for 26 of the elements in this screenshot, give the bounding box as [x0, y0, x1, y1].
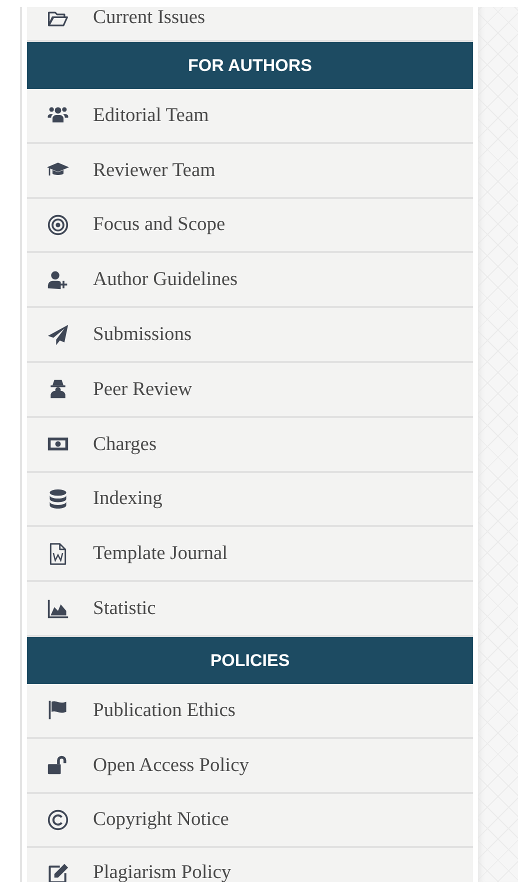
sidebar-link[interactable]: Charges [27, 418, 473, 473]
section-heading: POLICIES [27, 636, 473, 684]
sidebar-link[interactable]: Current Issues [27, 7, 473, 42]
sidebar-link[interactable]: Editorial Team [27, 89, 473, 144]
area-chart-icon [47, 598, 69, 620]
sidebar-link[interactable]: Indexing [27, 472, 473, 528]
paper-plane-icon [47, 324, 69, 346]
sidebar-link[interactable]: Template Journal [27, 527, 473, 582]
sidebar-link[interactable]: Statistic [27, 582, 473, 637]
target-icon [47, 214, 69, 236]
sidebar-link[interactable]: Peer Review [27, 362, 473, 418]
sidebar-link[interactable]: Publication Ethics [27, 684, 473, 739]
unlocked-padlock-icon [47, 754, 69, 776]
sidebar-link[interactable]: Submissions [27, 308, 473, 363]
sidebar-link[interactable]: Author Guidelines [27, 253, 473, 308]
database-icon [47, 488, 69, 510]
sidebar-link[interactable]: Reviewer Team [27, 144, 473, 199]
sidebar-link[interactable]: Open Access Policy [27, 738, 473, 794]
flag-icon [47, 699, 69, 722]
copyright-icon [47, 808, 69, 831]
section-heading: FOR AUTHORS [27, 42, 473, 89]
sidebar-link[interactable]: Focus and Scope [27, 198, 473, 254]
document-icon [47, 542, 69, 565]
sidebar-link[interactable]: Copyright Notice [27, 794, 473, 848]
edit-icon [47, 863, 69, 882]
user-plus-icon [47, 268, 69, 291]
